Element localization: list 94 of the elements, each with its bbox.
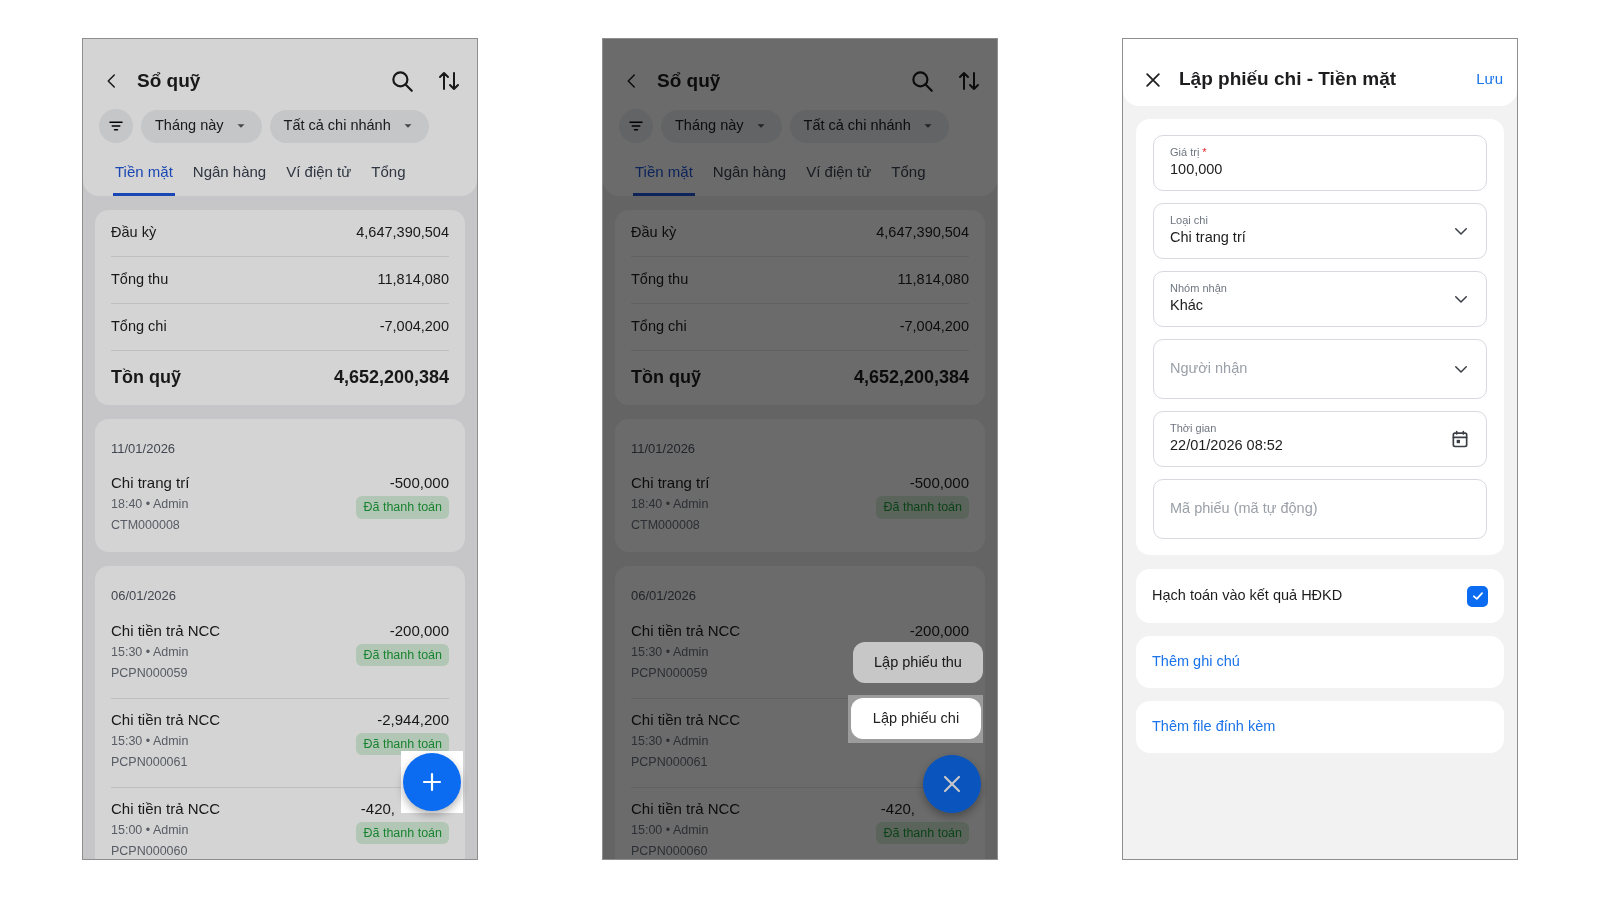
menu-item[interactable]: Lập phiếu thu	[853, 642, 983, 683]
action-link[interactable]: Thêm ghi chú	[1136, 636, 1504, 688]
date-label: 11/01/2026	[631, 439, 697, 458]
field-label: Loại chi	[1170, 213, 1209, 228]
amount: -2,944,200	[377, 709, 449, 730]
dropdown-chip[interactable]: Tháng này	[141, 109, 262, 143]
transaction-code: PCPN000059	[111, 664, 189, 682]
transaction-code: PCPN000060	[111, 842, 189, 859]
tab[interactable]: Tổng	[369, 153, 408, 196]
input-field[interactable]: Giá trị * 100,000	[1153, 135, 1487, 191]
amount: -500,000	[389, 473, 449, 493]
summary-label: Tổng thu	[111, 269, 169, 289]
date-label: 11/01/2026	[111, 439, 177, 458]
summary-label: Đầu kỳ	[111, 222, 157, 242]
transaction-meta: 18:40 • Admin	[631, 496, 710, 513]
search-icon[interactable]	[389, 68, 415, 94]
summary-label: Tổng chi	[111, 316, 167, 336]
date-field[interactable]: Thời gian 22/01/2026 08:52	[1153, 411, 1487, 467]
transaction-title: Chi trang trí	[631, 473, 710, 493]
status-badge: Đã thanh toán	[356, 643, 449, 667]
dropdown-field[interactable]: Loại chi Chi trang trí	[1153, 203, 1487, 259]
calendar-icon	[1450, 429, 1470, 449]
summary-value: 4,652,200,384	[333, 366, 449, 389]
dropdown-field[interactable]: Người nhận	[1153, 339, 1487, 399]
transaction-code: CTM000008	[631, 517, 701, 534]
status-badge: Đã thanh toán	[356, 732, 449, 756]
transaction-code: PCPN000059	[631, 664, 709, 682]
tab[interactable]: Ngân hàng	[190, 153, 269, 196]
value-input[interactable]: 22/01/2026 08:52	[1170, 435, 1442, 457]
date-label: 06/01/2026	[111, 587, 178, 605]
screen-title: Sổ quỹ	[137, 68, 201, 93]
transaction-meta: 15:30 • Admin	[111, 732, 190, 750]
transaction-title: Chi tiền trả NCC	[111, 620, 221, 641]
field-label: Nhóm nhận	[1170, 281, 1228, 296]
transaction-title: Chi trang trí	[111, 473, 190, 493]
value-input[interactable]: Chi trang trí	[1170, 227, 1444, 249]
summary-value: -7,004,200	[899, 316, 969, 336]
transaction-meta: 18:40 • Admin	[111, 496, 190, 513]
field-label: Giá trị *	[1170, 145, 1208, 160]
transaction-code: CTM000008	[111, 517, 181, 534]
transaction-title: Chi tiền trả NCC	[111, 709, 221, 730]
amount: -420,	[880, 798, 915, 819]
amount: -500,000	[909, 473, 969, 493]
transaction-code: PCPN000061	[631, 753, 709, 771]
transaction-title: Chi tiền trả NCC	[631, 798, 741, 819]
transaction-meta: 15:00 • Admin	[111, 821, 190, 839]
plus-icon	[420, 770, 444, 794]
transaction-code: PCPN000060	[631, 842, 709, 859]
transaction-meta: 15:30 • Admin	[631, 732, 710, 750]
amount: -420,	[360, 798, 395, 819]
amount: -200,000	[909, 620, 969, 641]
field-label: Thời gian	[1170, 421, 1218, 436]
check-icon	[1470, 589, 1485, 603]
dropdown-chip[interactable]: Tất cả chi nhánh	[269, 109, 429, 143]
status-badge: Đã thanh toán	[356, 821, 449, 845]
screen-title: Lập phiếu chi - Tiền mặt	[1179, 67, 1398, 92]
date-label: 06/01/2026	[631, 587, 698, 605]
action-link[interactable]: Thêm file đính kèm	[1136, 701, 1504, 753]
menu-item[interactable]: Lập phiếu chi	[851, 698, 981, 739]
input-field[interactable]: Mã phiếu (mã tự động)	[1153, 479, 1487, 539]
summary-value: 4,647,390,504	[356, 222, 449, 242]
amount: -200,000	[389, 620, 449, 641]
transaction-code: PCPN000061	[111, 753, 189, 771]
summary-value: -7,004,200	[379, 316, 449, 336]
value-input[interactable]: Khác	[1170, 295, 1444, 317]
summary-value: 4,647,390,504	[876, 222, 969, 242]
status-badge: Đã thanh toán	[356, 496, 449, 519]
summary-label: Tồn quỹ	[631, 366, 701, 389]
dropdown-field[interactable]: Nhóm nhận Khác	[1153, 271, 1487, 327]
checkbox[interactable]	[1467, 585, 1488, 607]
save-button[interactable]: Lưu	[1476, 68, 1503, 91]
summary-label: Tổng chi	[631, 316, 687, 336]
transaction-title: Chi tiền trả NCC	[631, 709, 741, 730]
filter-button[interactable]	[99, 109, 133, 143]
summary-value: 11,814,080	[377, 269, 449, 289]
value-input[interactable]: Người nhận	[1170, 358, 1444, 380]
transaction-meta: 15:30 • Admin	[111, 643, 190, 661]
transaction-meta: 15:30 • Admin	[631, 643, 710, 661]
value-input[interactable]: Mã phiếu (mã tự động)	[1170, 498, 1470, 520]
summary-label: Tổng thu	[631, 269, 689, 289]
status-badge: Đã thanh toán	[876, 821, 969, 845]
transaction-title: Chi tiền trả NCC	[111, 798, 221, 819]
option-label: Hạch toán vào kết quả HĐKD	[1152, 586, 1343, 606]
transaction-title: Chi tiền trả NCC	[631, 620, 741, 641]
tab[interactable]: Tiền mặt	[113, 153, 175, 196]
summary-value: 11,814,080	[897, 269, 969, 289]
tab[interactable]: Ví điện tử	[284, 153, 354, 196]
status-badge: Đã thanh toán	[876, 496, 969, 519]
summary-value: 4,652,200,384	[853, 366, 969, 389]
transaction-meta: 15:00 • Admin	[631, 821, 710, 839]
summary-label: Đầu kỳ	[631, 222, 677, 242]
screen-title: Sổ quỹ	[657, 68, 721, 93]
summary-label: Tồn quỹ	[111, 366, 181, 389]
value-input[interactable]: 100,000	[1170, 159, 1470, 181]
